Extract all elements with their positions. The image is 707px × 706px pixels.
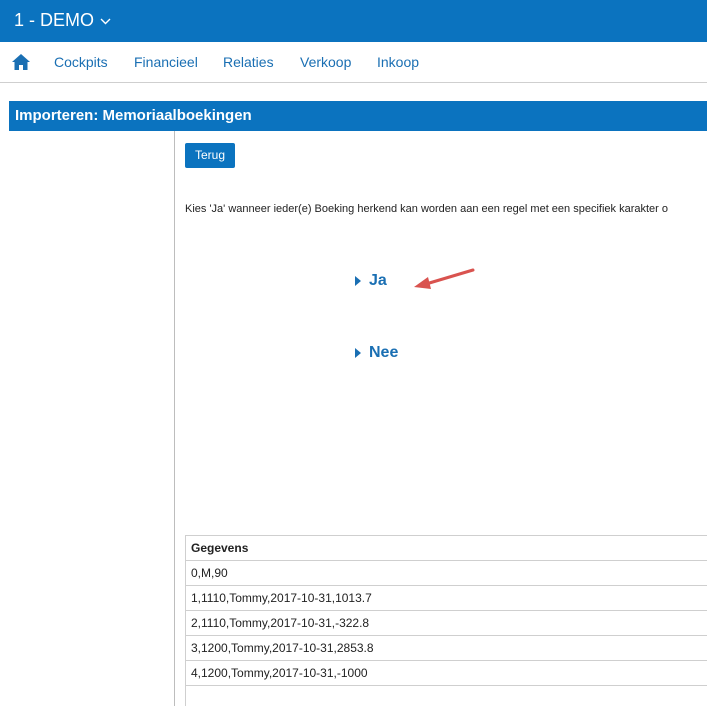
table-cell: 3,1200,Tommy,2017-10-31,2853.8 — [185, 635, 707, 661]
triangle-right-icon — [355, 276, 361, 286]
table-row: 3,1200,Tommy,2017-10-31,2853.8 — [185, 635, 707, 661]
page-header: Importeren: Memoriaalboekingen — [9, 101, 707, 131]
nav-item-verkoop[interactable]: Verkoop — [300, 54, 351, 70]
table-row: 2,1110,Tommy,2017-10-31,-322.8 — [185, 610, 707, 636]
nav-item-financieel[interactable]: Financieel — [134, 54, 198, 70]
triangle-right-icon — [355, 348, 361, 358]
table-row: 4,1200,Tommy,2017-10-31,-1000 — [185, 660, 707, 686]
choice-no-label: Nee — [369, 344, 399, 361]
nav-item-inkoop[interactable]: Inkoop — [377, 54, 419, 70]
home-icon[interactable] — [11, 53, 31, 71]
choice-yes-label: Ja — [369, 272, 387, 289]
table-row: 0,M,90 — [185, 560, 707, 586]
table-cell: 0,M,90 — [185, 560, 707, 586]
nav-item-relaties[interactable]: Relaties — [223, 54, 274, 70]
annotation-arrow-icon — [414, 268, 475, 289]
table-cell: 1,1110,Tommy,2017-10-31,1013.7 — [185, 585, 707, 611]
sidebar-divider — [174, 131, 175, 706]
table-border — [185, 686, 186, 706]
choice-no[interactable]: Nee — [355, 344, 398, 362]
table-cell: 2,1110,Tommy,2017-10-31,-322.8 — [185, 610, 707, 636]
data-table: Gegevens 0,M,90 1,1110,Tommy,2017-10-31,… — [185, 535, 707, 686]
page-title: Importeren: Memoriaalboekingen — [15, 107, 252, 124]
back-button[interactable]: Terug — [185, 143, 235, 168]
nav-item-cockpits[interactable]: Cockpits — [54, 54, 108, 70]
table-cell: 4,1200,Tommy,2017-10-31,-1000 — [185, 660, 707, 686]
company-selector[interactable]: 1 - DEMO — [14, 10, 111, 31]
company-name: 1 - DEMO — [14, 10, 95, 30]
chevron-down-icon — [100, 18, 111, 25]
instruction-text: Kies 'Ja' wanneer ieder(e) Boeking herke… — [185, 203, 668, 215]
choice-yes[interactable]: Ja — [355, 272, 387, 290]
table-row: 1,1110,Tommy,2017-10-31,1013.7 — [185, 585, 707, 611]
main-nav: Cockpits Financieel Relaties Verkoop Ink… — [0, 42, 707, 83]
column-header-gegevens: Gegevens — [185, 535, 707, 561]
top-bar: 1 - DEMO — [0, 0, 707, 42]
